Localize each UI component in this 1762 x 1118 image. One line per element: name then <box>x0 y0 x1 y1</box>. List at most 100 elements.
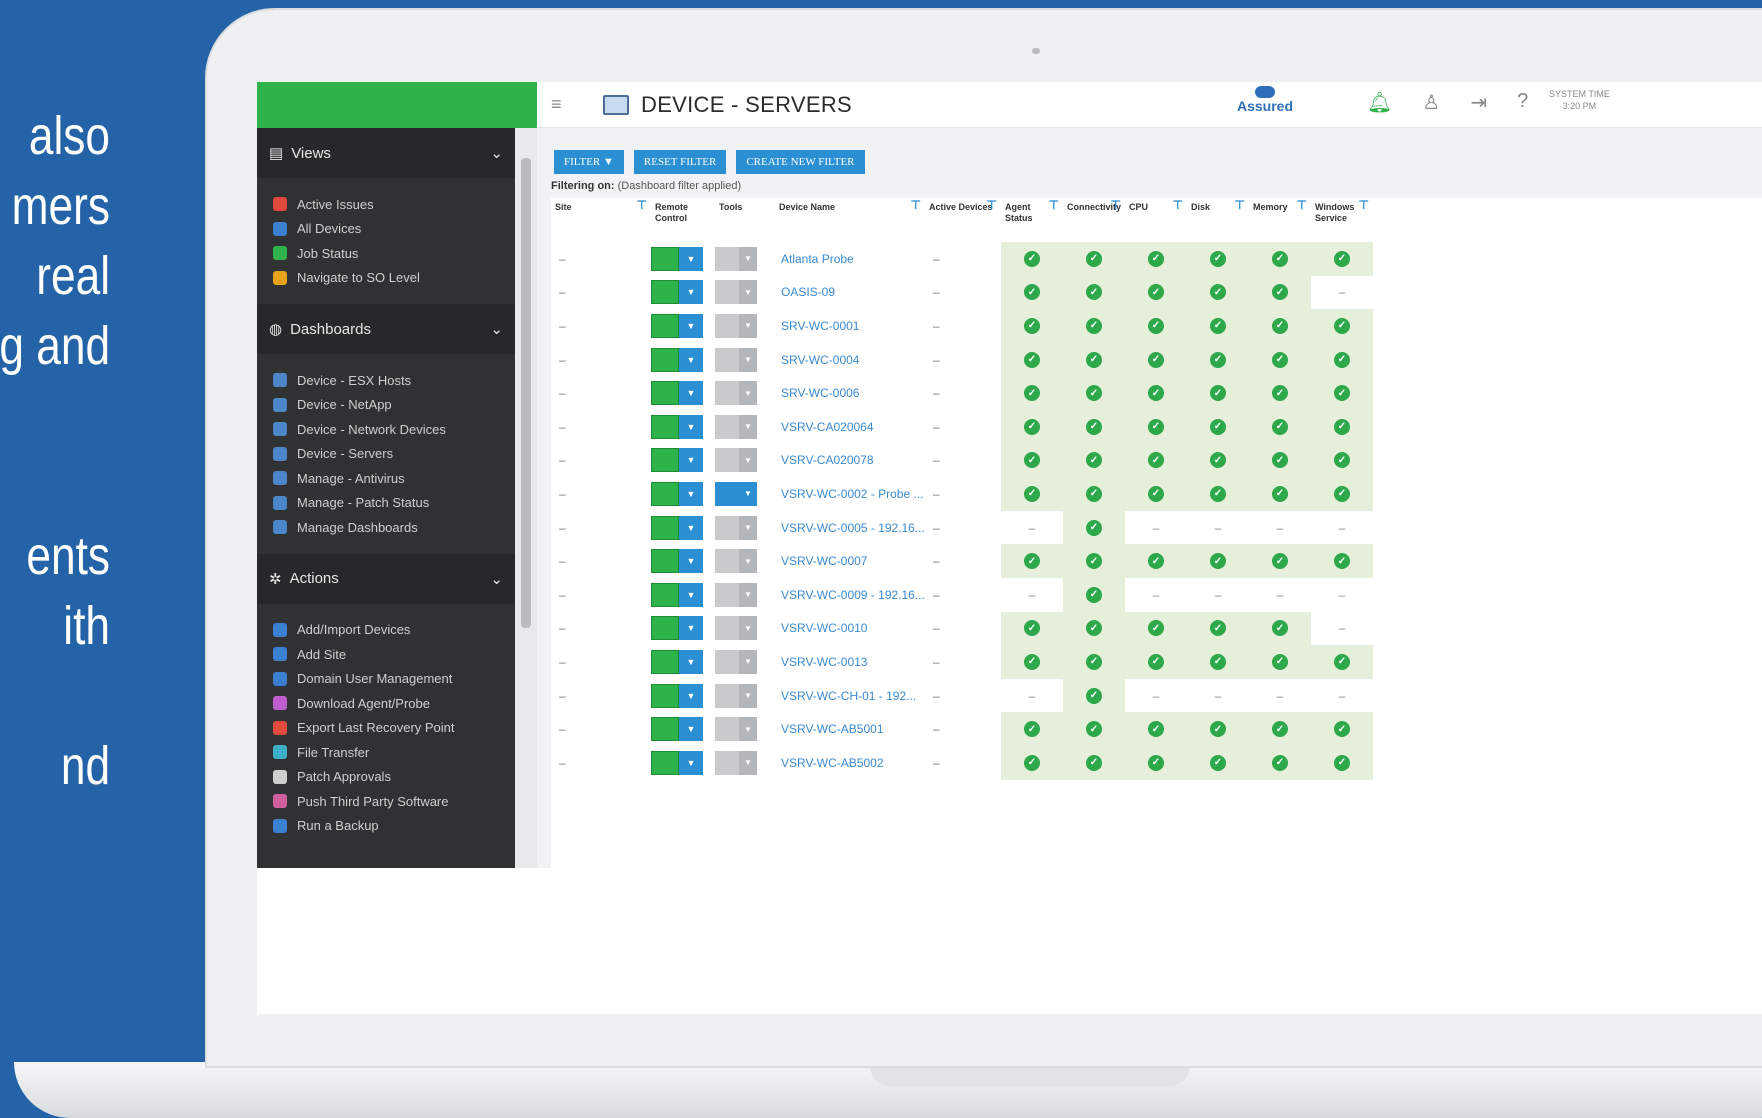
chevron-down-icon[interactable]: ▼ <box>679 448 703 473</box>
chevron-down-icon[interactable]: ▼ <box>679 750 703 775</box>
chevron-down-icon[interactable]: ▼ <box>679 515 703 540</box>
menu-toggle-icon[interactable]: ≡ <box>551 94 573 115</box>
filter-icon[interactable]: ⊤ <box>637 199 647 211</box>
tools-button[interactable]: ▼ <box>715 582 775 607</box>
remote-control-button[interactable]: ▼ <box>651 381 715 406</box>
table-row[interactable]: – ▼ ▼ SRV-WC-0001– ✓ ✓ ✓ ✓ ✓ ✓ <box>551 309 1762 343</box>
remote-control-icon[interactable] <box>651 750 679 775</box>
chevron-down-icon[interactable]: ▼ <box>679 649 703 674</box>
chevron-down-icon[interactable]: ▼ <box>739 347 757 372</box>
remote-control-button[interactable]: ▼ <box>651 246 715 271</box>
remote-control-button[interactable]: ▼ <box>651 649 715 674</box>
sidebar-item-action[interactable]: Add Site <box>273 642 515 667</box>
chevron-down-icon[interactable]: ▼ <box>679 616 703 641</box>
tools-icon[interactable] <box>715 750 739 775</box>
chevron-down-icon[interactable]: ▼ <box>679 582 703 607</box>
sidebar-item-view[interactable]: Job Status <box>273 241 515 266</box>
chevron-down-icon[interactable]: ⌄ <box>490 144 503 162</box>
sidebar-item-dashboard[interactable]: Device - ESX Hosts <box>273 368 515 393</box>
remote-control-button[interactable]: ▼ <box>651 515 715 540</box>
chevron-down-icon[interactable]: ▼ <box>739 313 757 338</box>
device-name-link[interactable]: VSRV-WC-0002 - Probe ... <box>775 487 925 501</box>
table-row[interactable]: – ▼ ▼ VSRV-WC-0005 - 192.16... – – ✓ – – – – <box>551 510 1762 545</box>
remote-control-icon[interactable] <box>651 717 679 742</box>
create-filter-button[interactable]: CREATE NEW FILTER <box>736 150 865 174</box>
remote-control-icon[interactable] <box>651 280 679 305</box>
tools-button[interactable]: ▼ <box>715 549 775 574</box>
table-row[interactable]: – ▼ ▼ VSRV-CA020064– ✓ ✓ ✓ ✓ ✓ ✓ <box>551 409 1762 444</box>
sidebar-item-action[interactable]: Domain User Management <box>273 667 515 692</box>
remote-control-button[interactable]: ▼ <box>651 448 715 473</box>
sidebar-item-view[interactable]: Navigate to SO Level <box>273 266 515 291</box>
device-name-link[interactable]: VSRV-WC-AB5002 <box>775 756 925 770</box>
column-header[interactable]: Site ⊤ <box>551 198 651 242</box>
sidebar-item-view[interactable]: All Devices <box>273 217 515 242</box>
table-row[interactable]: – ▼ ▼ SRV-WC-0006– ✓ ✓ ✓ ✓ ✓ ✓ <box>551 376 1762 410</box>
chevron-down-icon[interactable]: ▼ <box>739 481 757 506</box>
chevron-down-icon[interactable]: ▼ <box>739 649 757 674</box>
tools-button[interactable]: ▼ <box>715 313 775 338</box>
device-name-link[interactable]: SRV-WC-0004 <box>775 353 925 367</box>
tools-button[interactable]: ▼ <box>715 515 775 540</box>
column-header[interactable]: Device Name ⊤ <box>775 198 925 242</box>
chevron-down-icon[interactable]: ▼ <box>739 448 757 473</box>
column-header[interactable]: Disk ⊤ <box>1187 198 1249 242</box>
sidebar-item-action[interactable]: Push Third Party Software <box>273 789 515 814</box>
remote-control-button[interactable]: ▼ <box>651 280 715 305</box>
filter-icon[interactable]: ⊤ <box>1173 199 1183 211</box>
tools-icon[interactable] <box>715 549 739 574</box>
column-header[interactable]: Agent Status ⊤ <box>1001 198 1063 242</box>
tools-button[interactable]: ▼ <box>715 381 775 406</box>
remote-control-icon[interactable] <box>651 481 679 506</box>
user-icon[interactable]: ♙ <box>1422 90 1440 115</box>
remote-control-button[interactable]: ▼ <box>651 582 715 607</box>
remote-control-button[interactable]: ▼ <box>651 616 715 641</box>
section-views[interactable]: ▤ Views ⌄ <box>257 128 515 178</box>
remote-control-button[interactable]: ▼ <box>651 717 715 742</box>
remote-control-button[interactable]: ▼ <box>651 549 715 574</box>
device-name-link[interactable]: VSRV-WC-AB5001 <box>775 722 925 736</box>
device-name-link[interactable]: SRV-WC-0001 <box>775 319 925 333</box>
chevron-down-icon[interactable]: ▼ <box>679 683 703 708</box>
scroll-thumb[interactable] <box>521 158 531 628</box>
tools-icon[interactable] <box>715 347 739 372</box>
sidebar-item-action[interactable]: Export Last Recovery Point <box>273 716 515 741</box>
chevron-down-icon[interactable]: ▼ <box>739 582 757 607</box>
help-icon[interactable]: ? <box>1517 90 1528 115</box>
sidebar-scrollbar[interactable] <box>515 128 537 868</box>
device-name-link[interactable]: VSRV-WC-0010 <box>775 621 925 635</box>
table-row[interactable]: – ▼ ▼ OASIS-09– ✓ ✓ ✓ ✓ ✓ – <box>551 275 1762 310</box>
logout-icon[interactable]: ⇥ <box>1470 90 1487 115</box>
sidebar-item-dashboard[interactable]: Manage - Antivirus <box>273 466 515 491</box>
chevron-down-icon[interactable]: ▼ <box>679 246 703 271</box>
filter-icon[interactable]: ⊤ <box>1359 199 1369 211</box>
tools-button[interactable]: ▼ <box>715 717 775 742</box>
device-name-link[interactable]: VSRV-WC-0013 <box>775 655 925 669</box>
table-row[interactable]: – ▼ ▼ VSRV-WC-0002 - Probe ... – ✓ ✓ ✓ ✓ ✓ ✓ <box>551 477 1762 511</box>
tools-button[interactable]: ▼ <box>715 616 775 641</box>
tools-icon[interactable] <box>715 481 739 506</box>
table-row[interactable]: – ▼ ▼ VSRV-WC-0013– ✓ ✓ ✓ ✓ ✓ ✓ <box>551 645 1762 679</box>
table-row[interactable]: – ▼ ▼ VSRV-CA020078– ✓ ✓ ✓ ✓ ✓ ✓ <box>551 443 1762 478</box>
filter-icon[interactable]: ⊤ <box>1235 199 1245 211</box>
chevron-down-icon[interactable]: ▼ <box>739 246 757 271</box>
remote-control-button[interactable]: ▼ <box>651 313 715 338</box>
chevron-down-icon[interactable]: ▼ <box>739 717 757 742</box>
table-row[interactable]: – ▼ ▼ VSRV-WC-AB5001– ✓ ✓ ✓ ✓ ✓ ✓ <box>551 712 1762 746</box>
chevron-down-icon[interactable]: ▼ <box>679 313 703 338</box>
column-header[interactable]: Tools <box>715 198 775 242</box>
section-actions[interactable]: ✲ Actions ⌄ <box>257 553 515 604</box>
tools-button[interactable]: ▼ <box>715 481 775 506</box>
column-header[interactable]: Windows Service ⊤ <box>1311 198 1373 242</box>
table-row[interactable]: – ▼ ▼ VSRV-WC-CH-01 - 192... – – ✓ – – – – <box>551 678 1762 713</box>
device-name-link[interactable]: VSRV-WC-0007 <box>775 554 925 568</box>
chevron-down-icon[interactable]: ▼ <box>679 381 703 406</box>
sidebar-item-action[interactable]: Download Agent/Probe <box>273 691 515 716</box>
tools-icon[interactable] <box>715 381 739 406</box>
tools-button[interactable]: ▼ <box>715 414 775 439</box>
tools-icon[interactable] <box>715 246 739 271</box>
tools-icon[interactable] <box>715 616 739 641</box>
tools-icon[interactable] <box>715 280 739 305</box>
chevron-down-icon[interactable]: ▼ <box>739 683 757 708</box>
table-row[interactable]: – ▼ ▼ VSRV-WC-0010– ✓ ✓ ✓ ✓ ✓ – <box>551 611 1762 646</box>
